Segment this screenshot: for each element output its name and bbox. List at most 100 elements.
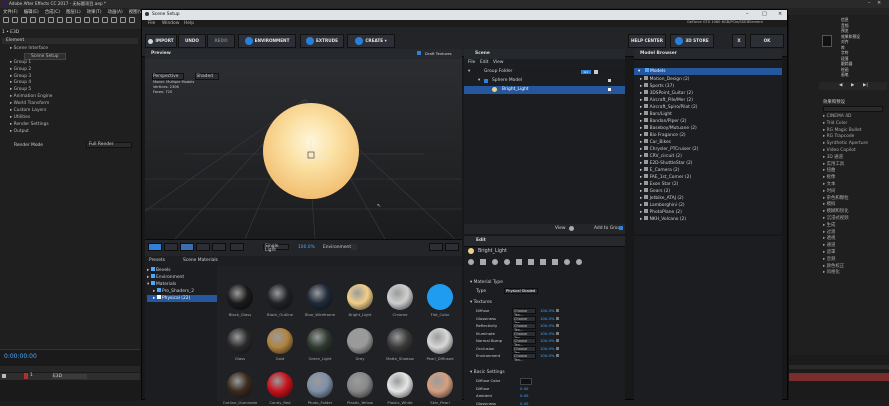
undo-button[interactable]: UNDO	[178, 34, 206, 48]
effect-category[interactable]: ▸ 模糊和锐化	[823, 209, 887, 216]
effect-category[interactable]: ▸ CINEMA 4D	[823, 114, 887, 121]
grid-mode-icon[interactable]	[552, 259, 558, 265]
texture-link-icon[interactable]	[556, 346, 559, 350]
collapse-icon[interactable]: ▾	[468, 68, 470, 76]
shading-select[interactable]: Shaded	[195, 73, 220, 80]
timecode[interactable]: 0:00:00:00	[4, 353, 37, 360]
select-tool-icon[interactable]	[12, 17, 18, 23]
texture-link-icon[interactable]	[556, 316, 559, 320]
model-folder-item[interactable]: ▸ Gears (2)	[640, 188, 780, 195]
floor-icon[interactable]	[230, 243, 244, 251]
model-folder-item[interactable]: ▸ Bars/Light	[640, 111, 780, 118]
stamp-tool-icon[interactable]	[102, 17, 108, 23]
material-swatch-skin-pearl[interactable]	[427, 372, 453, 398]
texture-amount[interactable]: 100.0%	[540, 338, 554, 343]
bevel-mode-icon[interactable]	[516, 259, 522, 265]
texture-mode-icon[interactable]	[480, 259, 486, 265]
effect-category[interactable]: ▸ 文本	[823, 182, 887, 189]
preset-pro-shaders[interactable]: ▸ Pro_Shaders_2	[147, 288, 217, 295]
texture-choose-button[interactable]: Choose Tex...	[512, 315, 536, 325]
rotate-gizmo-icon[interactable]	[196, 243, 210, 251]
eye-icon[interactable]	[2, 374, 6, 378]
model-folder-item[interactable]: ▸ Chrysler_PTCruiser (2)	[640, 146, 780, 153]
type-select[interactable]: Physical Shaded	[504, 288, 538, 294]
scene-menu-file[interactable]: File	[468, 60, 475, 65]
prev-frame-icon[interactable]: ◀	[839, 83, 842, 88]
material-swatch-bright-light[interactable]	[347, 284, 373, 310]
model-folder-item[interactable]: ▸ NKH_Volcano (2)	[640, 216, 780, 223]
basic-settings-section[interactable]: ▾ Basic Settings	[470, 369, 630, 376]
model-folder-item[interactable]: ▸ FAE_1st_Corner (2)	[640, 174, 780, 181]
light-value[interactable]: 100.0%	[298, 245, 315, 250]
move-tool-icon[interactable]	[148, 243, 162, 251]
light-select[interactable]: Single Light	[263, 244, 289, 253]
preset-environment[interactable]: ▸ Environment	[147, 274, 217, 281]
mask-tool-icon[interactable]	[66, 17, 72, 23]
material-swatch-grey[interactable]	[347, 328, 373, 354]
texture-link-icon[interactable]	[556, 354, 559, 357]
tab-scene-materials[interactable]: Scene Materials	[183, 258, 218, 263]
model-folder-item[interactable]: ▸ Sports (37)	[640, 83, 780, 90]
environment-toggle[interactable]	[351, 244, 357, 250]
effect-group-row[interactable]: ▸ Render Settings	[10, 122, 138, 129]
texture-choose-button[interactable]: Choose Tex...	[512, 308, 536, 317]
model-folder-item[interactable]: ▸ Jetbike_ATAJ (2)	[640, 195, 780, 202]
texture-link-icon[interactable]	[556, 339, 559, 342]
material-swatch-flat-color[interactable]	[427, 284, 453, 310]
textures-section[interactable]: ▾ Textures	[470, 299, 630, 306]
time-ruler[interactable]	[789, 365, 889, 369]
basic-setting-value[interactable]: 0.00	[520, 386, 528, 391]
globe-mode-icon[interactable]	[504, 259, 510, 265]
help-center-button[interactable]: HELP CENTER	[628, 34, 666, 48]
effect-category[interactable]: ▸ Trid Color	[823, 121, 887, 128]
texture-amount[interactable]: 100.0%	[540, 346, 554, 351]
texture-link-icon[interactable]	[556, 309, 559, 312]
material-swatch-matte-shadow[interactable]	[387, 328, 413, 354]
effect-group-row[interactable]: ▸ Output	[10, 129, 138, 136]
texture-amount[interactable]: 100.0%	[540, 331, 554, 336]
puppet-tool-icon[interactable]	[129, 17, 135, 23]
menu-help[interactable]: Help	[184, 21, 194, 26]
scene-menu-edit[interactable]: Edit	[480, 60, 489, 65]
model-folder-item[interactable]: ▸ 3DSPoint_Guitar (2)	[640, 90, 780, 97]
reflect-mode-icon[interactable]	[492, 259, 498, 265]
model-folder-item[interactable]: ▸ Bandan/Piper (2)	[640, 118, 780, 125]
visibility-icon[interactable]	[608, 79, 611, 82]
menu-file[interactable]: File	[148, 21, 155, 26]
effect-category[interactable]: ▸ 沉浸式视频	[823, 216, 887, 223]
material-swatch-pearl-diffused[interactable]	[427, 328, 453, 354]
translate-tool-icon[interactable]	[180, 243, 194, 251]
3d-store-button[interactable]: 3D STORE	[670, 34, 714, 48]
effect-category[interactable]: ▸ 音频	[823, 257, 887, 264]
texture-choose-button[interactable]: Choose Tex...	[512, 330, 536, 340]
render-mode-select[interactable]: Full Render	[86, 142, 132, 148]
effect-category[interactable]: ▸ 通道	[823, 243, 887, 250]
extrude-button[interactable]: EXTRUDE	[300, 34, 344, 48]
zoom-tool-icon[interactable]	[30, 17, 36, 23]
material-mode-icon[interactable]	[468, 259, 474, 265]
model-folder-item[interactable]: ▸ Aircraft_Spiro/Pilot (2)	[640, 104, 780, 111]
texture-choose-button[interactable]: Choose Tex...	[512, 353, 536, 362]
material-swatch-candy-red[interactable]	[267, 372, 293, 398]
effects-search-input[interactable]	[823, 106, 883, 112]
scale-gizmo-icon[interactable]	[212, 243, 226, 251]
model-folder-item[interactable]: ▸ Car_Bikes	[640, 139, 780, 146]
effect-group-row[interactable]: ▸ Scene Interface	[10, 46, 138, 53]
effect-group-row[interactable]: ▸ Custom Layers	[10, 108, 138, 115]
scene-row-group[interactable]: ▾ Group Folder G1	[464, 68, 625, 76]
basic-setting-value[interactable]: 0.00	[520, 401, 528, 406]
texture-amount[interactable]: 100.0%	[540, 323, 554, 328]
create-button[interactable]: CREATE ▾	[347, 34, 395, 48]
rotate-tool-icon[interactable]	[39, 17, 45, 23]
model-folder-item[interactable]: ▸ Motion_Design (2)	[640, 76, 780, 83]
collapse-icon[interactable]: ▾	[478, 77, 480, 85]
effect-category[interactable]: ▸ 风格化	[823, 270, 887, 277]
eraser-tool-icon[interactable]	[111, 17, 117, 23]
material-swatch-plastic-yellow[interactable]	[347, 372, 373, 398]
material-swatch-black-outline[interactable]	[267, 284, 293, 310]
dialog-maximize-icon[interactable]: □	[762, 11, 767, 17]
effect-category[interactable]: ▸ 生成	[823, 223, 887, 230]
material-swatch-green-light[interactable]	[307, 328, 333, 354]
hand-tool-icon[interactable]	[21, 17, 27, 23]
texture-link-icon[interactable]	[556, 324, 559, 327]
